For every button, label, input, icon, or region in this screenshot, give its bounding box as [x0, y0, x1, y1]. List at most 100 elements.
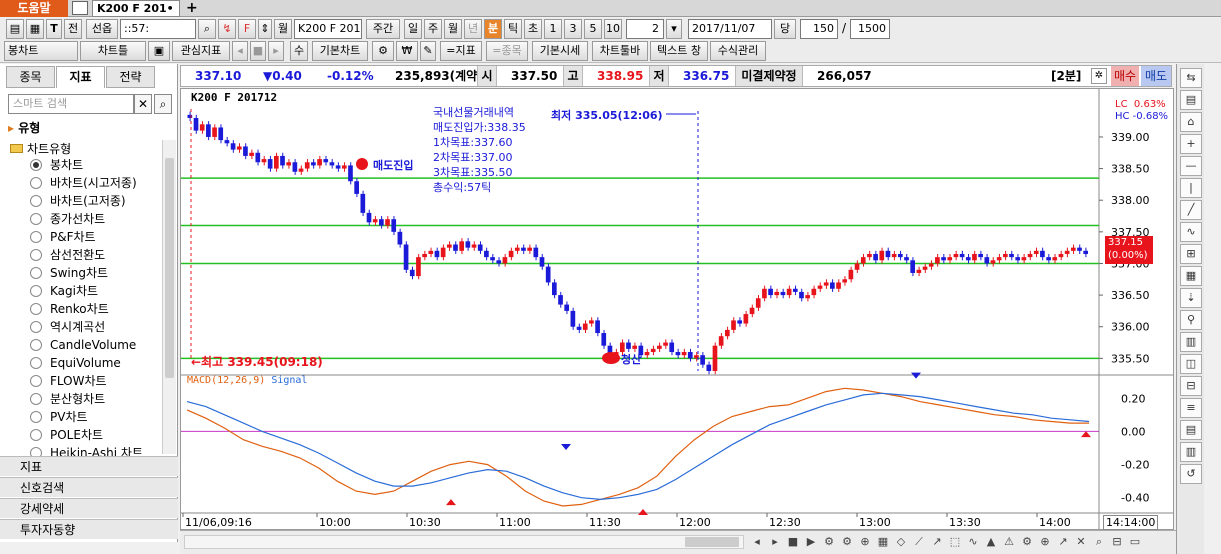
period-month[interactable]: 월 — [444, 19, 462, 39]
settings-icon[interactable]: ✲ — [1091, 68, 1107, 84]
interval-1[interactable]: 1 — [544, 19, 562, 39]
tree-root[interactable]: ▸ 유형 — [8, 118, 168, 138]
search-input[interactable]: 스마트 검색 — [8, 94, 134, 114]
radio-icon[interactable] — [30, 213, 42, 225]
next-icon[interactable]: ▸ — [268, 41, 284, 61]
bottom-tool-icon[interactable]: ▦ — [876, 533, 890, 551]
month-button[interactable]: 월 — [274, 19, 292, 39]
bottom-tool-icon[interactable]: ↗ — [1056, 533, 1070, 551]
layout-icon[interactable]: ▤ — [6, 19, 24, 39]
section-indicator[interactable]: 지표 — [0, 456, 178, 476]
scroll-thumb[interactable] — [165, 158, 174, 378]
item-button[interactable]: =종목 — [486, 41, 528, 61]
tool-icon[interactable]: ↺ — [1180, 464, 1202, 484]
indicator-button[interactable]: =지표 — [440, 41, 482, 61]
chart-type-item[interactable]: CandleVolume — [0, 336, 162, 354]
bottom-tool-icon[interactable]: ▲ — [984, 533, 998, 551]
period-minute[interactable]: 분 — [484, 19, 502, 39]
radio-icon[interactable] — [30, 411, 42, 423]
tool-icon[interactable]: ▥ — [1180, 442, 1202, 462]
code-select[interactable]: ::57: — [120, 19, 196, 39]
candle-chart-button[interactable]: 봉차트 — [4, 41, 78, 61]
fx-icon[interactable]: F — [238, 19, 256, 39]
bottom-tool-icon[interactable]: ▶ — [804, 533, 818, 551]
tool-icon[interactable]: ⚲ — [1180, 310, 1202, 330]
period-year[interactable]: 년 — [464, 19, 482, 39]
config-icon[interactable]: ⚙ — [372, 41, 394, 61]
futures-option-select[interactable]: 선옵 — [86, 19, 118, 39]
chart-type-item[interactable]: 삼선전환도 — [0, 246, 162, 264]
radio-icon[interactable] — [30, 303, 42, 315]
screen-icon[interactable] — [72, 1, 88, 15]
help-button[interactable]: 도움말 — [0, 0, 68, 17]
link-icon[interactable]: ↯ — [218, 19, 236, 39]
interval-3[interactable]: 3 — [564, 19, 582, 39]
front-button[interactable]: 전 — [64, 19, 82, 39]
chart-type-item[interactable]: POLE차트 — [0, 426, 162, 444]
tool-icon[interactable]: ▤ — [1180, 90, 1202, 110]
search-icon[interactable]: ⌕ — [154, 94, 172, 114]
radio-icon[interactable] — [30, 429, 42, 441]
search-icon[interactable]: ⌕ — [198, 19, 216, 39]
bottom-tool-icon[interactable]: ⬚ — [948, 533, 962, 551]
bottom-tool-icon[interactable]: ⚙ — [1020, 533, 1034, 551]
date-input[interactable]: 2017/11/07 — [688, 19, 772, 39]
buy-button[interactable]: 매수 — [1111, 66, 1139, 86]
tool-icon[interactable]: ▥ — [1180, 332, 1202, 352]
tool-icon[interactable]: ✎ — [420, 41, 436, 61]
tool-icon[interactable]: — — [1180, 156, 1202, 176]
prev-icon[interactable]: ◂ — [232, 41, 248, 61]
radio-icon[interactable] — [30, 285, 42, 297]
watch-indicator-button[interactable]: 관심지표 — [172, 41, 230, 61]
chart-type-item[interactable]: 종가선차트 — [0, 210, 162, 228]
tool-icon[interactable]: ⊞ — [1180, 244, 1202, 264]
won-icon[interactable]: ₩ — [396, 41, 418, 61]
bottom-tool-icon[interactable]: ∿ — [966, 533, 980, 551]
bottom-tool-icon[interactable]: ▸ — [768, 533, 782, 551]
period-week[interactable]: 주 — [424, 19, 442, 39]
add-tab-button[interactable]: + — [186, 0, 198, 17]
bottom-tool-icon[interactable]: ⚙ — [822, 533, 836, 551]
chart-type-item[interactable]: 역시계곡선 — [0, 318, 162, 336]
radio-icon[interactable] — [30, 339, 42, 351]
formula-manage-button[interactable]: 수식관리 — [710, 41, 766, 61]
basic-price-button[interactable]: 기본시세 — [532, 41, 588, 61]
tool-icon[interactable]: + — [1180, 134, 1202, 154]
horizontal-scrollbar[interactable] — [184, 535, 744, 549]
save-icon[interactable]: ▣ — [148, 41, 170, 61]
bottom-tool-icon[interactable]: ◇ — [894, 533, 908, 551]
scroll-thumb[interactable] — [685, 537, 739, 547]
total-input[interactable]: 1500 — [850, 19, 890, 39]
text-window-button[interactable]: 텍스트 창 — [650, 41, 708, 61]
tool-icon[interactable]: ⇣ — [1180, 288, 1202, 308]
radio-icon[interactable] — [30, 375, 42, 387]
period-tick[interactable]: 틱 — [504, 19, 522, 39]
tool-icon[interactable]: ≡ — [1180, 398, 1202, 418]
tab-strategy[interactable]: 전략 — [106, 66, 155, 88]
chart-type-item[interactable]: Kagi차트 — [0, 282, 162, 300]
tool-icon[interactable]: ╱ — [1180, 200, 1202, 220]
chart-type-item[interactable]: P&F차트 — [0, 228, 162, 246]
section-investor[interactable]: 투자자동향 — [0, 519, 178, 539]
basic-chart-button[interactable]: 기본차트 — [312, 41, 368, 61]
radio-icon[interactable] — [30, 393, 42, 405]
bottom-tool-icon[interactable]: ✕ — [1074, 533, 1088, 551]
radio-icon[interactable] — [30, 321, 42, 333]
stop-icon[interactable]: ■ — [250, 41, 266, 61]
section-strength[interactable]: 강세약세 — [0, 498, 178, 518]
period-second[interactable]: 초 — [524, 19, 542, 39]
radio-icon[interactable] — [30, 249, 42, 261]
tool-icon[interactable]: ◫ — [1180, 354, 1202, 374]
bottom-tool-icon[interactable]: ⟋ — [912, 533, 926, 551]
bottom-tool-icon[interactable]: ⊟ — [1110, 533, 1124, 551]
count-input[interactable]: 150 — [800, 19, 838, 39]
radio-icon[interactable] — [30, 357, 42, 369]
tool-icon[interactable]: ∿ — [1180, 222, 1202, 242]
spin-icon[interactable]: ⇕ — [258, 19, 272, 39]
chart-type-item[interactable]: Renko차트 — [0, 300, 162, 318]
bottom-tool-icon[interactable]: ⚠ — [1002, 533, 1016, 551]
number-button[interactable]: 수 — [290, 41, 308, 61]
radio-icon[interactable] — [30, 195, 42, 207]
interval-5[interactable]: 5 — [584, 19, 602, 39]
bottom-tool-icon[interactable]: ▭ — [1128, 533, 1142, 551]
